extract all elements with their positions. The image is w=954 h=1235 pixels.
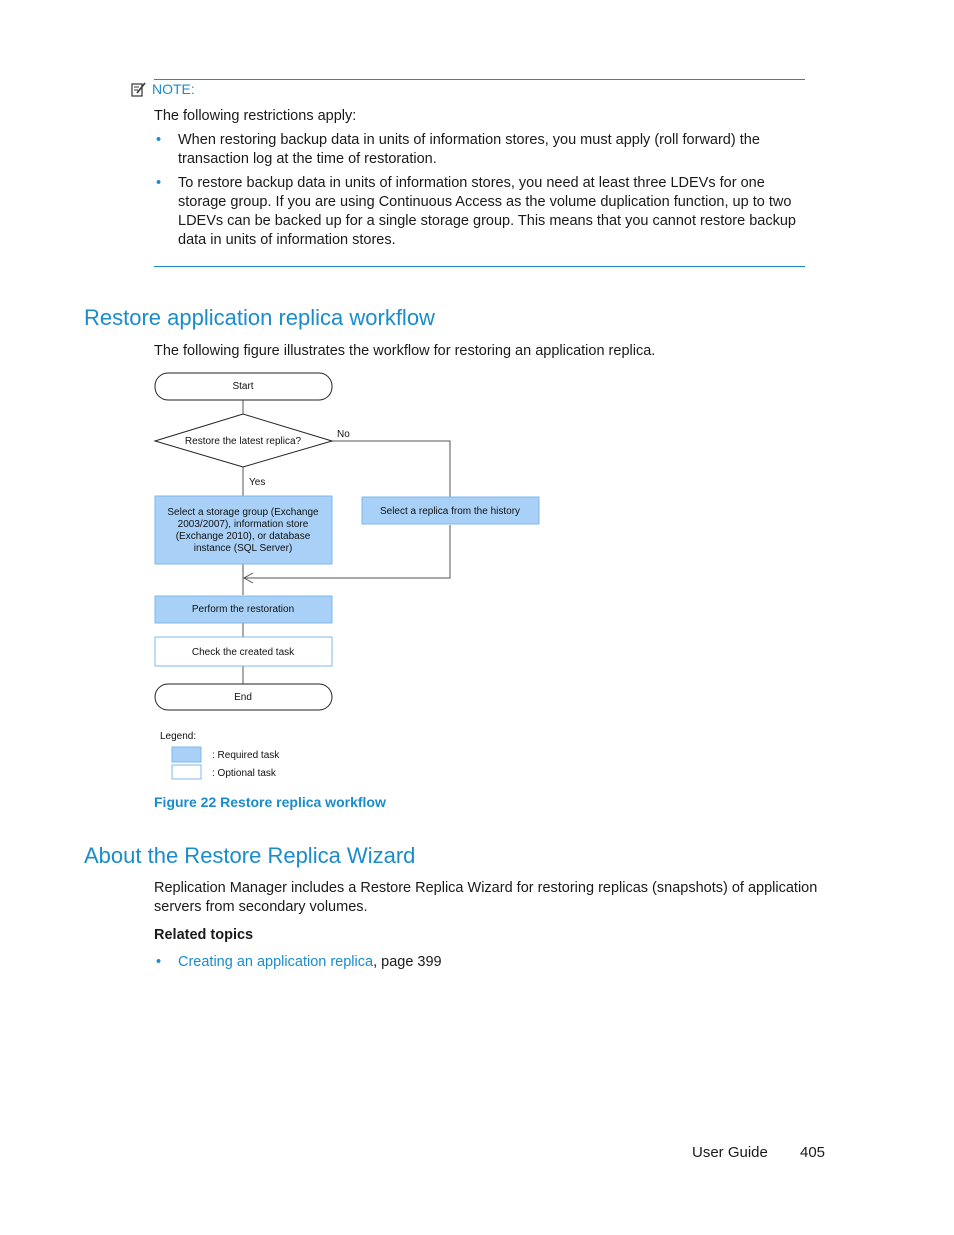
section-heading-restore-workflow: Restore application replica workflow: [84, 305, 435, 330]
legend-required-label: : Required task: [212, 750, 280, 761]
legend-required-swatch: [171, 746, 202, 763]
page-number: 405: [800, 1144, 826, 1161]
note-icon: [131, 82, 146, 97]
legend-optional-label: : Optional task: [212, 768, 277, 779]
related-topics-list: • Creating an application replica, page …: [154, 953, 814, 977]
decision-label: Restore the latest replica?: [185, 436, 302, 447]
related-topic-link[interactable]: Creating an application replica: [178, 954, 373, 970]
note-bullets: • When restoring backup data in units of …: [154, 131, 814, 255]
yes-label: Yes: [249, 477, 265, 488]
legend-optional-swatch: [171, 764, 202, 780]
section2-body: Replication Manager includes a Restore R…: [154, 880, 818, 915]
list-item: • To restore backup data in units of info…: [156, 175, 796, 248]
note-top-rule: [154, 79, 805, 80]
list-item: • Creating an application replica, page …: [154, 953, 814, 972]
select-storage-group-line: 2003/2007), information store: [178, 519, 309, 530]
bullet-icon: •: [156, 175, 162, 191]
start-label: Start: [232, 381, 253, 392]
workflow-flowchart: Start Restore the latest replica? No Yes…: [153, 372, 540, 780]
note-intro: The following restrictions apply:: [154, 108, 357, 124]
select-replica-history-label: Select a replica from the history: [380, 506, 520, 517]
note-bottom-rule: [154, 266, 805, 267]
end-label: End: [234, 692, 252, 703]
perform-restoration-label: Perform the restoration: [192, 604, 294, 615]
bullet-icon: •: [156, 954, 162, 970]
no-branch-line: [332, 440, 451, 497]
related-topic-page: , page 399: [373, 954, 442, 970]
list-item: • When restoring backup data in units of …: [156, 132, 760, 167]
footer-title: User Guide: [692, 1144, 768, 1161]
no-label: No: [337, 429, 350, 440]
check-created-task-label: Check the created task: [192, 647, 295, 658]
related-topics-title: Related topics: [154, 927, 254, 943]
select-storage-group-line: instance (SQL Server): [194, 543, 293, 554]
select-storage-group-line: Select a storage group (Exchange: [167, 507, 319, 518]
legend-title: Legend:: [160, 731, 196, 742]
note-label: NOTE:: [152, 81, 195, 97]
select-storage-group-line: (Exchange 2010), or database: [176, 531, 311, 542]
note-header: NOTE:: [131, 81, 195, 97]
section-intro: The following figure illustrates the wor…: [154, 343, 656, 359]
figure-caption: Figure 22 Restore replica workflow: [154, 794, 386, 810]
bullet-icon: •: [156, 132, 162, 148]
section-heading-restore-wizard: About the Restore Replica Wizard: [84, 843, 416, 868]
